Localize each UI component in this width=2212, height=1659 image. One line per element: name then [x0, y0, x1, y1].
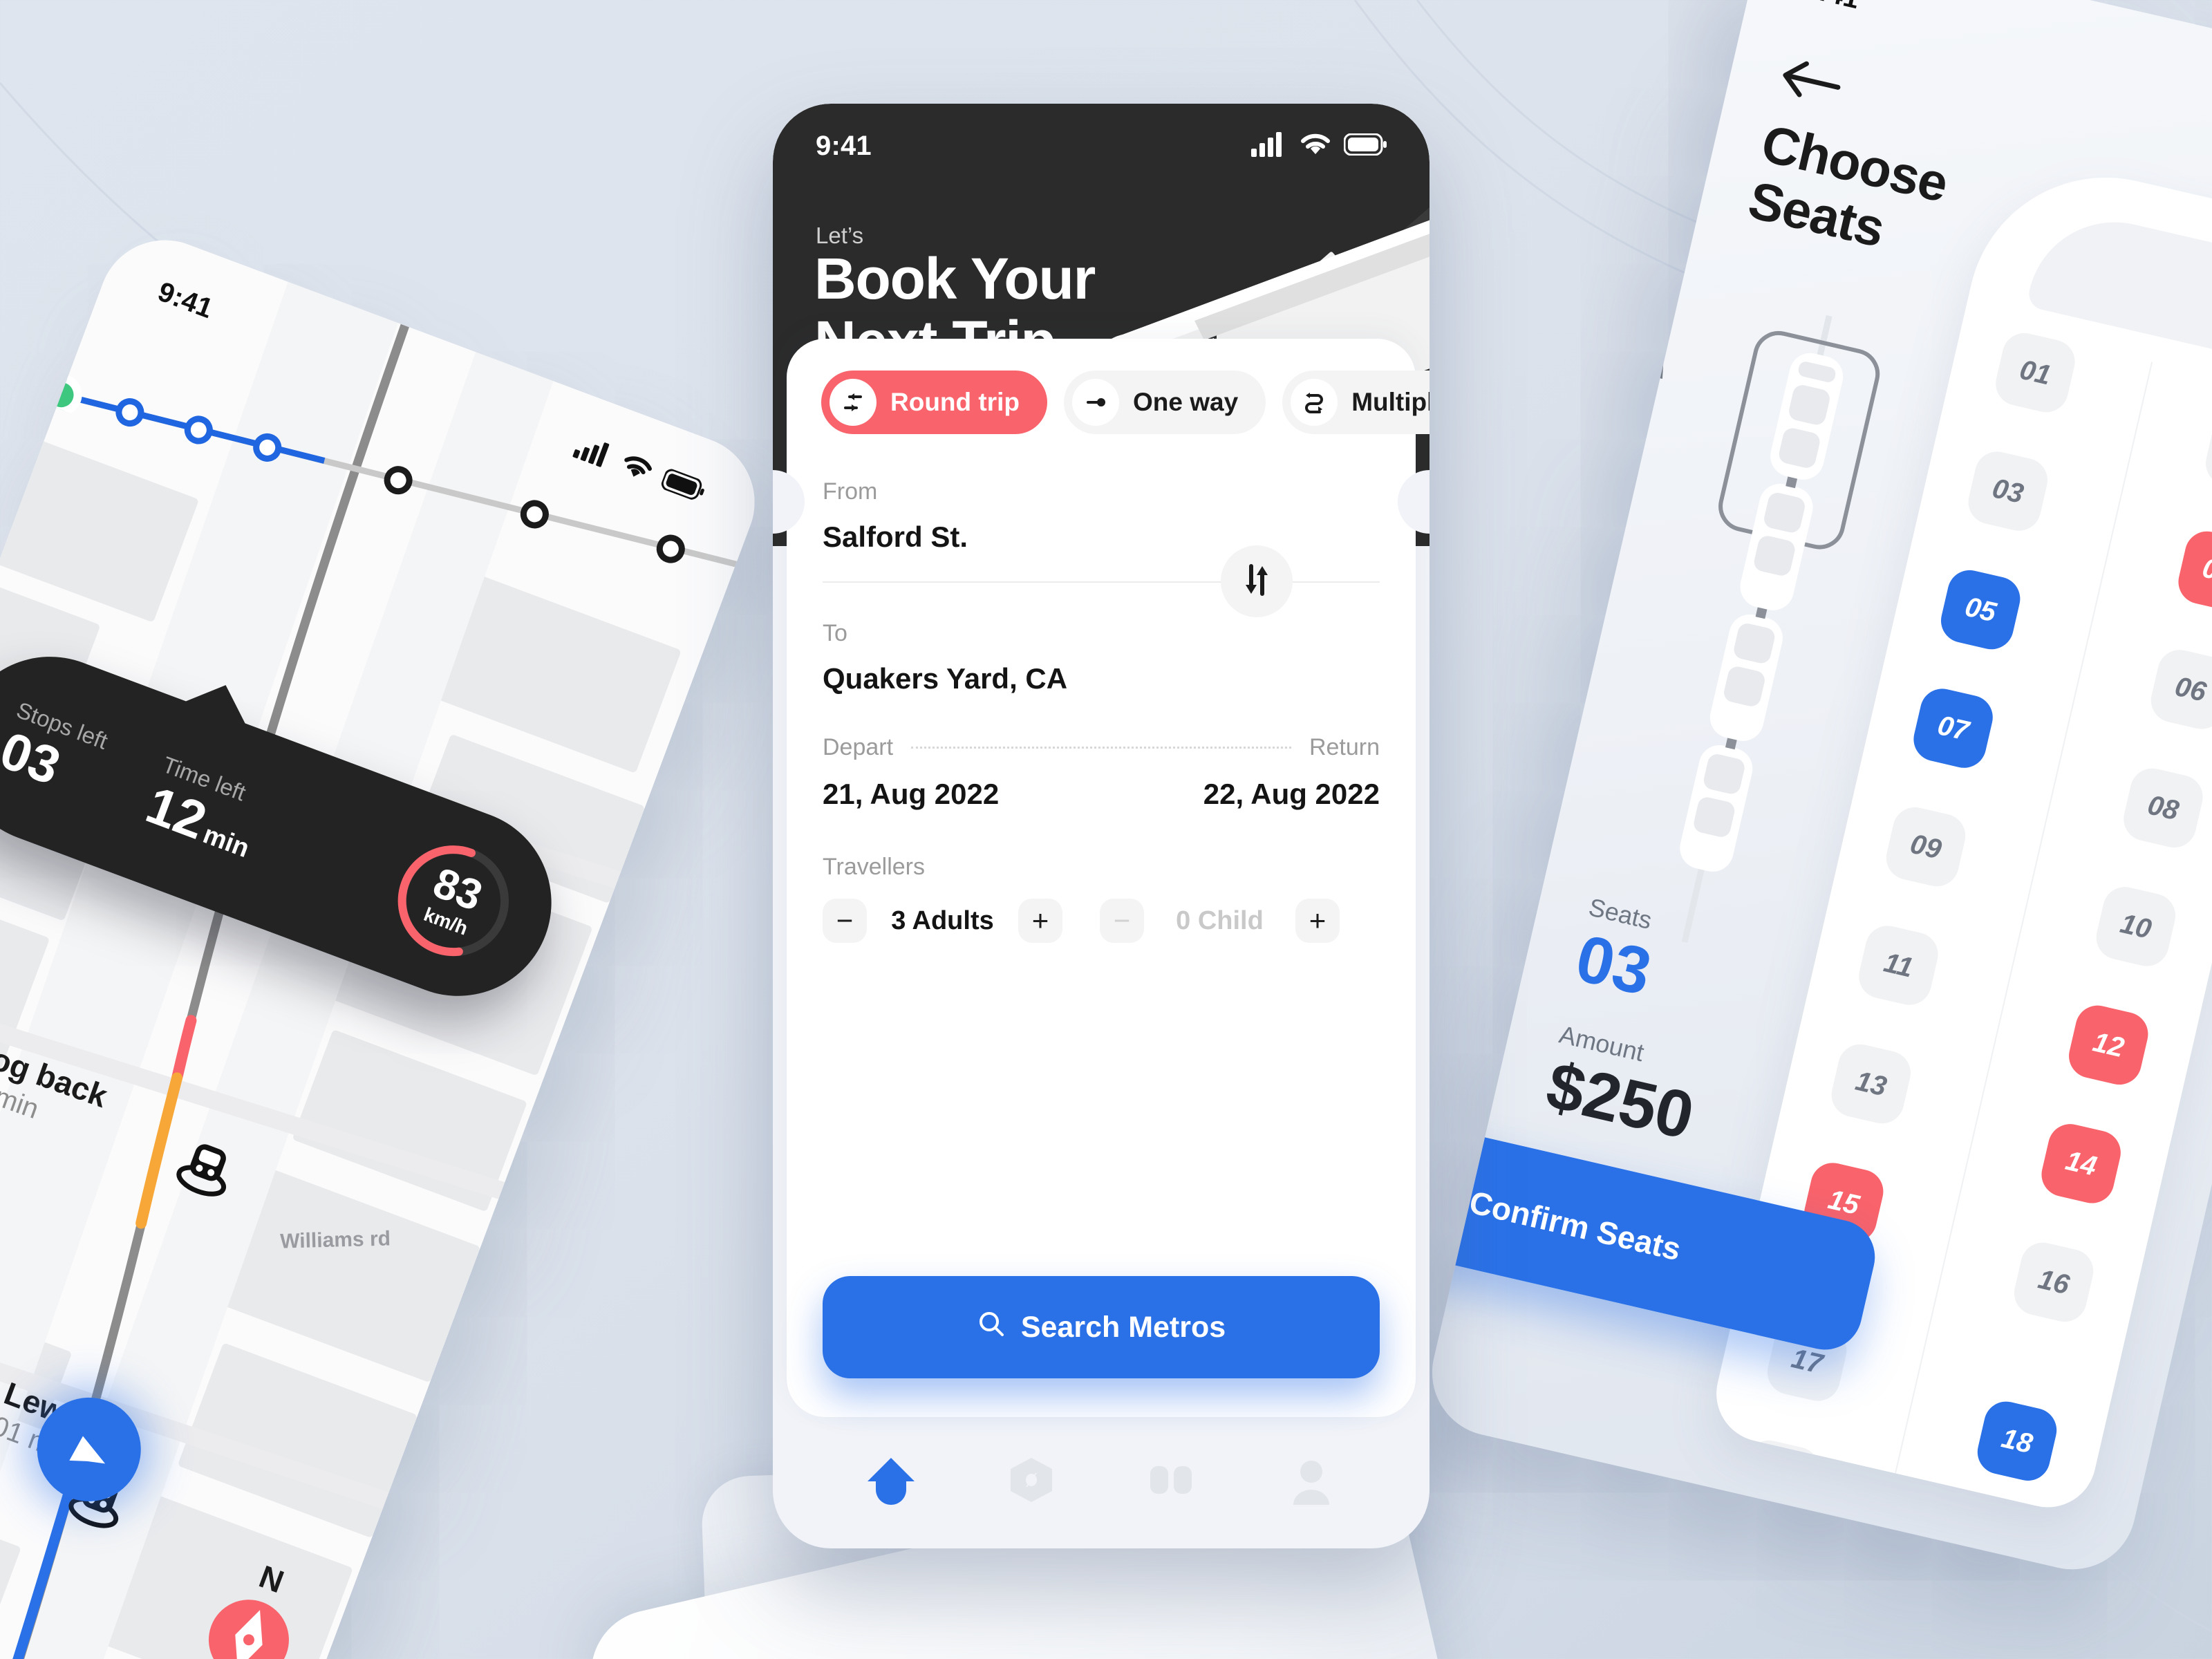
- street-label-williams: Williams rd: [279, 1227, 391, 1253]
- time-left-unit: min: [199, 820, 254, 864]
- car-label-2a[interactable]: 2A: [1571, 513, 1609, 548]
- adults-stepper: − 3 Adults +: [823, 899, 1062, 943]
- hero-title-line1: Book Your: [814, 246, 1096, 311]
- tab-round-trip[interactable]: Round trip: [821, 371, 1048, 434]
- seat-11[interactable]: 11: [1854, 921, 1942, 1010]
- car-label-3b[interactable]: 3B: [1508, 682, 1546, 717]
- tab-label: Round trip: [890, 388, 1020, 416]
- booking-summary: Seats 03 Amount $250: [1540, 892, 1736, 1153]
- round-trip-icon: [830, 379, 877, 426]
- seat-02[interactable]: 02: [2201, 408, 2212, 496]
- status-bar: 9:41: [773, 122, 1430, 170]
- children-decrement-button[interactable]: −: [1100, 899, 1144, 943]
- seat-03[interactable]: 03: [1964, 447, 2052, 536]
- depart-label: Depart: [823, 734, 894, 760]
- dates-dotted-connector: [911, 747, 1291, 749]
- adults-increment-button[interactable]: +: [1018, 899, 1062, 943]
- travellers-label: Travellers: [823, 854, 925, 880]
- back-button[interactable]: [1774, 50, 1847, 112]
- cellular-signal-icon: [571, 433, 615, 473]
- page-title: Choose Seats: [1743, 114, 1953, 270]
- seats-phone-screen: 9:41 Choose Seats: [1419, 0, 2212, 1582]
- adults-decrement-button[interactable]: −: [823, 899, 867, 943]
- to-value: Quakers Yard, CA: [823, 662, 1068, 695]
- cellular-signal-icon: [1251, 131, 1287, 160]
- wifi-icon: [617, 450, 656, 488]
- seat-04[interactable]: 04: [2174, 527, 2212, 615]
- travellers-steppers: − 3 Adults + − 0 Child +: [787, 899, 1416, 943]
- seat-05[interactable]: 05: [1936, 565, 2025, 654]
- from-field[interactable]: From Salford St.: [787, 478, 1416, 554]
- home-icon[interactable]: [865, 1454, 917, 1506]
- tab-label: Multiple: [1351, 388, 1430, 416]
- return-label: Return: [1309, 734, 1380, 760]
- tab-one-way[interactable]: One way: [1064, 371, 1266, 434]
- seat-16[interactable]: 16: [2009, 1238, 2098, 1327]
- explore-icon[interactable]: [1005, 1454, 1058, 1506]
- booking-phone-screen: 9:41 Let’s Book Your Round trip One way …: [773, 104, 1430, 1548]
- seat-20[interactable]: 20: [1945, 1515, 2034, 1517]
- multiple-stops-icon: [1291, 379, 1338, 426]
- status-time: 9:41: [816, 130, 872, 161]
- seat-09[interactable]: 09: [1882, 803, 1970, 891]
- status-time: 9:41: [153, 276, 217, 324]
- seat-13[interactable]: 13: [1827, 1040, 1915, 1128]
- tab-label: One way: [1133, 388, 1239, 416]
- search-button-label: Search Metros: [1020, 1310, 1226, 1344]
- booking-form-sheet: Round trip One way Multiple From Salford…: [787, 339, 1430, 1417]
- seat-12[interactable]: 12: [2064, 1001, 2153, 1089]
- from-to-divider: [823, 545, 1380, 617]
- from-label: From: [823, 478, 878, 505]
- from-value: Salford St.: [823, 521, 968, 553]
- swap-vertical-icon: [1239, 562, 1274, 601]
- return-date[interactable]: 22, Aug 2022: [1203, 778, 1380, 811]
- adults-value: 3 Adults: [891, 906, 994, 935]
- svg-text:N: N: [254, 1558, 288, 1600]
- dates-values-row: 21, Aug 2022 22, Aug 2022: [787, 778, 1416, 811]
- seat-18[interactable]: 18: [1973, 1397, 2061, 1485]
- to-field[interactable]: To Quakers Yard, CA: [787, 620, 1416, 695]
- battery-icon: [1343, 133, 1387, 159]
- hero-eyebrow: Let’s: [816, 223, 864, 248]
- seat-10[interactable]: 10: [2092, 882, 2180, 971]
- to-label: To: [823, 620, 847, 646]
- seat-07[interactable]: 07: [1909, 684, 1998, 773]
- seat-01[interactable]: 01: [1991, 328, 2079, 417]
- children-value: 0 Child: [1176, 906, 1264, 935]
- navigation-phone-screen: 9:41 Stops left 03 Time left 12min 83 km…: [0, 221, 774, 1659]
- car-label-1a[interactable]: 1A: [1632, 350, 1669, 385]
- tab-multiple[interactable]: Multiple: [1282, 371, 1430, 434]
- one-way-icon: [1072, 379, 1120, 426]
- status-time: 9:41: [1801, 0, 1862, 15]
- time-left-block: Time left 12min: [83, 730, 270, 865]
- swap-locations-button[interactable]: [1221, 545, 1293, 617]
- speedometer-gauge: 83 km/h: [373, 821, 534, 981]
- depart-date[interactable]: 21, Aug 2022: [823, 778, 999, 811]
- battery-icon: [659, 467, 708, 505]
- trip-mode-tabs: Round trip One way Multiple: [787, 339, 1430, 434]
- bottom-tab-bar: [773, 1442, 1430, 1518]
- search-metros-button[interactable]: Search Metros: [823, 1276, 1380, 1378]
- search-icon: [977, 1309, 1006, 1346]
- seat-08[interactable]: 08: [2119, 764, 2208, 852]
- seat-06[interactable]: 06: [2146, 645, 2212, 733]
- wifi-icon: [1300, 132, 1331, 160]
- children-stepper: − 0 Child +: [1100, 899, 1340, 943]
- tickets-icon[interactable]: [1145, 1454, 1197, 1506]
- profile-icon[interactable]: [1285, 1454, 1338, 1506]
- children-increment-button[interactable]: +: [1295, 899, 1340, 943]
- seat-19[interactable]: 19: [1735, 1436, 1824, 1517]
- seat-14[interactable]: 14: [2037, 1119, 2126, 1208]
- dates-header-row: Depart Return: [787, 734, 1416, 761]
- confirm-seats-label: Confirm Seats: [1465, 1183, 1685, 1268]
